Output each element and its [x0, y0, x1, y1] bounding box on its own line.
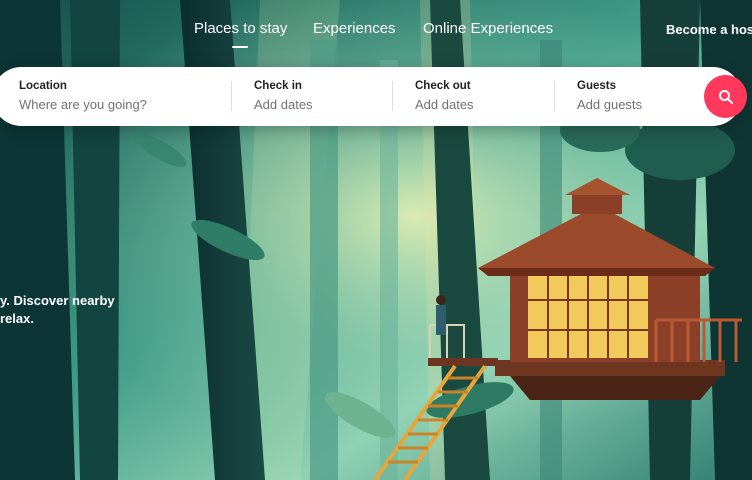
nav-tab-experiences[interactable]: Experiences: [313, 20, 396, 37]
search-icon: [718, 89, 733, 104]
check-in-input[interactable]: [254, 97, 384, 112]
guests-segment[interactable]: Guests: [555, 67, 695, 126]
check-in-label: Check in: [254, 80, 302, 92]
search-bar: Location Check in Check out Guests: [0, 67, 747, 126]
hero-tagline-line-2: relax.: [0, 311, 34, 326]
guests-label: Guests: [577, 80, 616, 92]
check-in-segment[interactable]: Check in: [232, 67, 392, 126]
top-nav: Places to stay Experiences Online Experi…: [0, 20, 752, 48]
check-out-segment[interactable]: Check out: [393, 67, 553, 126]
nav-tab-online-experiences[interactable]: Online Experiences: [423, 20, 553, 37]
location-segment[interactable]: Location: [0, 67, 228, 126]
hero-tagline: y. Discover nearby relax.: [0, 292, 130, 328]
location-input[interactable]: [19, 97, 209, 112]
hero-tagline-line-1: y. Discover nearby: [0, 293, 115, 308]
become-a-host-link[interactable]: Become a host: [666, 22, 752, 37]
check-out-input[interactable]: [415, 97, 545, 112]
search-button[interactable]: [704, 75, 747, 118]
location-label: Location: [19, 80, 67, 92]
nav-tab-places-to-stay[interactable]: Places to stay: [194, 20, 287, 37]
active-tab-indicator: [232, 46, 248, 48]
guests-input[interactable]: [577, 97, 687, 112]
check-out-label: Check out: [415, 80, 471, 92]
